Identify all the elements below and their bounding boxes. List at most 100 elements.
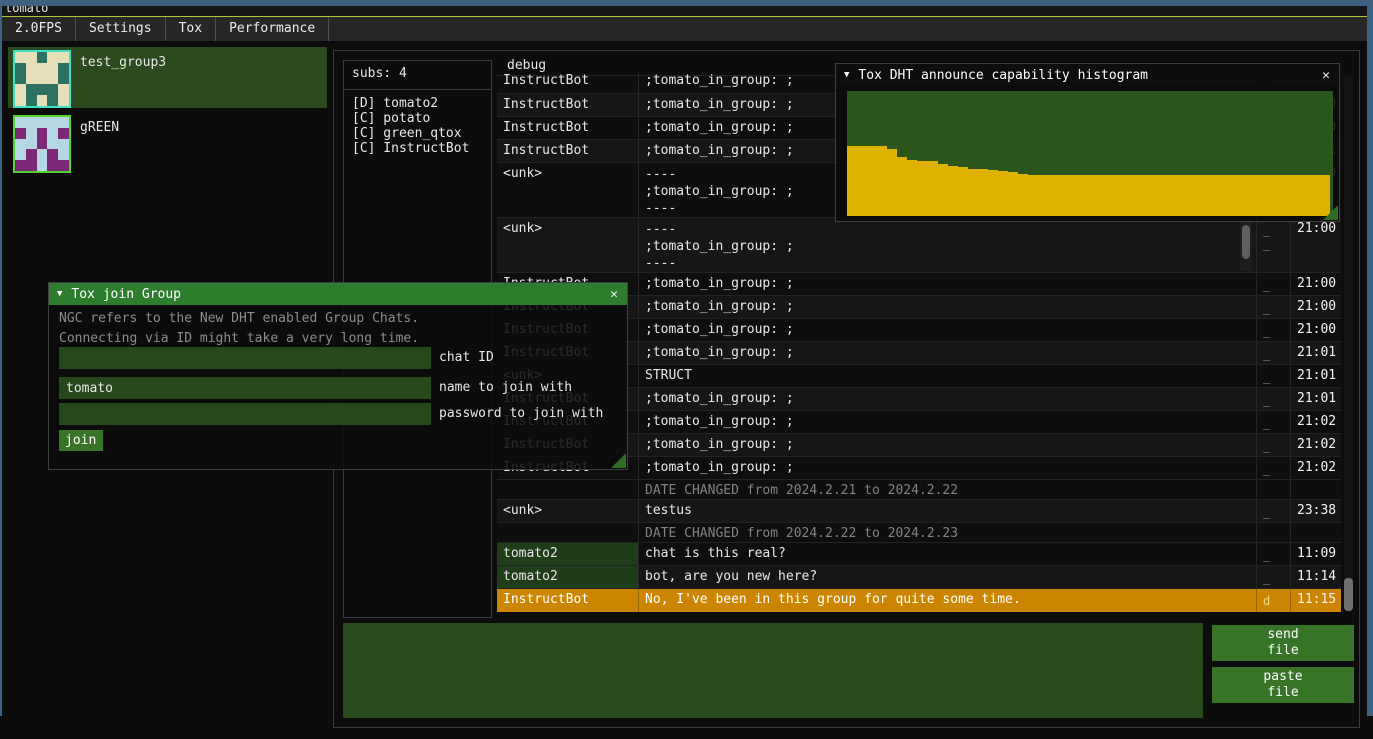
member-item[interactable]: [C] InstructBot (344, 141, 491, 156)
menu-item-performance[interactable]: Performance (216, 17, 329, 41)
member-item[interactable]: [C] green_qtox (344, 126, 491, 141)
histogram-bar (1129, 175, 1139, 216)
histogram-bar (978, 169, 988, 217)
join-field-password[interactable] (59, 403, 431, 425)
date-row[interactable]: DATE CHANGED from 2024.2.22 to 2024.2.23 (497, 522, 1341, 542)
histogram-bar (1260, 175, 1270, 216)
histogram-bar (948, 166, 958, 216)
message-time: 11:14 (1290, 566, 1341, 588)
member-item[interactable]: [D] tomato2 (344, 96, 491, 111)
join-window-titlebar[interactable]: ▼ Tox join Group ✕ (49, 283, 627, 305)
date-row[interactable]: DATE CHANGED from 2024.2.21 to 2024.2.22 (497, 479, 1341, 499)
histogram-bar (1239, 175, 1249, 216)
histogram-bar (968, 169, 978, 217)
message-time: 21:02 (1290, 411, 1341, 433)
histogram-bar (1048, 175, 1058, 216)
join-field-name[interactable] (59, 377, 431, 399)
join-field-label: chat ID (439, 350, 494, 365)
group-avatar (13, 50, 71, 108)
menu-item-settings[interactable]: Settings (76, 17, 166, 41)
histogram-bar (1068, 175, 1078, 216)
message-flags: _ _ (1256, 296, 1290, 318)
collapse-arrow-icon[interactable]: ▼ (844, 70, 849, 80)
message-time: 11:15 (1290, 589, 1341, 612)
message-time: 21:01 (1290, 388, 1341, 410)
roster-item-gREEN[interactable]: gREEN (8, 112, 327, 173)
chat-scrollbar-track[interactable] (1344, 75, 1353, 612)
histogram-window-close-icon[interactable]: ✕ (1322, 68, 1330, 83)
histogram-bar (1078, 175, 1088, 216)
subs-count-label: subs: 4 (344, 61, 491, 90)
message-row[interactable]: tomato2bot, are you new here?_ _11:14 (497, 565, 1341, 588)
histogram-window-resize-grip[interactable] (1323, 205, 1338, 220)
join-window-resize-grip[interactable] (611, 453, 626, 468)
group-name: test_group3 (80, 55, 166, 70)
join-field-chat-id[interactable] (59, 347, 431, 369)
message-input[interactable] (343, 623, 1203, 718)
histogram-bar (1290, 175, 1300, 216)
sender-name: InstructBot (497, 73, 638, 93)
histogram-bar (988, 170, 998, 216)
message-text: ;tomato_in_group: ; (638, 296, 1256, 318)
histogram-bar (1270, 175, 1280, 216)
member-item[interactable]: [C] potato (344, 111, 491, 126)
tab-debug[interactable]: debug (507, 58, 546, 73)
join-group-window: ▼ Tox join Group ✕ join NGC refers to th… (48, 282, 628, 470)
histogram-bar (1089, 175, 1099, 216)
paste-file-button[interactable]: paste file (1212, 667, 1354, 703)
histogram-bar (958, 167, 968, 216)
message-text: ;tomato_in_group: ; (638, 319, 1256, 341)
join-field-label: name to join with (439, 380, 572, 395)
message-time (1290, 480, 1341, 499)
screen-border-bottom (0, 0, 1373, 6)
screen-border-right (1367, 0, 1373, 716)
roster-item-test_group3[interactable]: test_group3 (8, 47, 327, 108)
histogram-bar (1149, 175, 1159, 216)
histogram-bar (1250, 175, 1260, 216)
message-time: 21:02 (1290, 457, 1341, 479)
screen-border-left (0, 0, 2, 716)
message-flags: _ _ (1256, 543, 1290, 565)
message-text: ;tomato_in_group: ; (638, 457, 1256, 479)
histogram-bar (907, 160, 917, 216)
join-window-close-icon[interactable]: ✕ (610, 287, 618, 302)
menubar: 2.0FPSSettingsToxPerformance (2, 17, 1367, 41)
collapse-arrow-icon[interactable]: ▼ (57, 289, 62, 299)
send-file-button[interactable]: send file (1212, 625, 1354, 661)
message-flags: _ _ (1256, 388, 1290, 410)
histogram-bar (1109, 175, 1119, 216)
message-text: ;tomato_in_group: ; (638, 388, 1256, 410)
histogram-bar (1189, 175, 1199, 216)
message-row[interactable]: tomato2chat is this real?_ _11:09 (497, 542, 1341, 565)
join-button[interactable]: join (59, 430, 103, 451)
message-row[interactable]: InstructBotNo, I've been in this group f… (497, 588, 1341, 612)
chat-scrollbar-thumb[interactable] (1344, 578, 1353, 611)
histogram-window-title: Tox DHT announce capability histogram (858, 68, 1148, 83)
menu-fps[interactable]: 2.0FPS (2, 17, 76, 41)
message-time (1290, 523, 1341, 542)
sender-name: <unk> (497, 500, 638, 522)
message-cell-scrollbar[interactable] (1240, 219, 1252, 271)
histogram-bar (1179, 175, 1189, 216)
sender-name: InstructBot (497, 589, 638, 612)
sender-name (497, 523, 638, 542)
message-flags: d _ (1256, 589, 1290, 612)
histogram-bar (938, 164, 948, 217)
histogram-bar (1099, 175, 1109, 216)
message-flags (1256, 523, 1290, 542)
message-flags: _ _ (1256, 411, 1290, 433)
menu-item-tox[interactable]: Tox (166, 17, 216, 41)
sender-name (497, 480, 638, 499)
histogram-window-titlebar[interactable]: ▼ Tox DHT announce capability histogram … (836, 64, 1339, 86)
message-flags: _ _ (1256, 273, 1290, 295)
message-time: 21:01 (1290, 365, 1341, 387)
message-text: testus (638, 500, 1256, 522)
histogram-bar (847, 146, 857, 216)
message-flags (1256, 480, 1290, 499)
message-row[interactable]: <unk>----;tomato_in_group: ;----_ _21:00 (497, 217, 1341, 272)
histogram-bar (1209, 175, 1219, 216)
sender-name: InstructBot (497, 140, 638, 162)
message-row[interactable]: <unk>testus_ _23:38 (497, 499, 1341, 522)
histogram-bar (867, 146, 877, 216)
sender-name: tomato2 (497, 543, 638, 565)
